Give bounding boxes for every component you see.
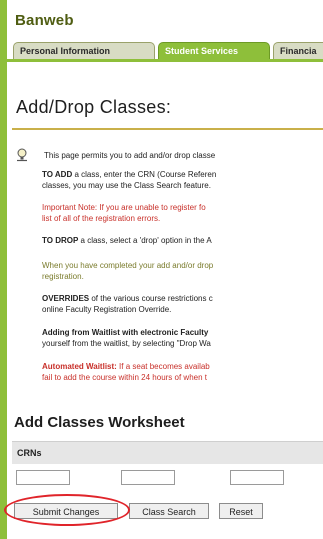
tab-label: Personal Information: [20, 46, 111, 56]
important-line-2: list of all of the registration errors.: [42, 213, 161, 223]
important-note: Important Note: If you are unable to reg…: [42, 203, 206, 224]
waitlist-paragraph: Adding from Waitlist with electronic Fac…: [42, 328, 211, 349]
automated-waitlist-paragraph: Automated Waitlist: If a seat becomes av…: [42, 362, 210, 383]
automated-waitlist-label: Automated Waitlist:: [42, 362, 117, 371]
automated-waitlist-text: If a seat becomes availab: [116, 362, 210, 371]
class-search-button[interactable]: Class Search: [129, 503, 209, 519]
completed-line-2: registration.: [42, 271, 84, 281]
info-icon: [17, 148, 27, 162]
title-divider: [12, 128, 323, 130]
header: Banweb Personal Information Student Serv…: [7, 0, 323, 60]
tab-label: Student Services: [165, 46, 239, 56]
to-add-text-2: classes, you may use the Class Search fe…: [42, 180, 211, 190]
to-drop-paragraph: TO DROP a class, select a 'drop' option …: [42, 236, 212, 247]
worksheet-title: Add Classes Worksheet: [14, 414, 185, 431]
reset-button[interactable]: Reset: [219, 503, 263, 519]
completed-line-1: When you have completed your add and/or …: [42, 261, 214, 270]
overrides-label: OVERRIDES: [42, 294, 90, 303]
crn-input-1[interactable]: [16, 470, 70, 485]
tab-personal-information[interactable]: Personal Information: [13, 42, 155, 59]
crn-header-label: CRNs: [17, 448, 42, 458]
completed-paragraph: When you have completed your add and/or …: [42, 261, 213, 282]
overrides-paragraph: OVERRIDES of the various course restrict…: [42, 294, 213, 315]
overrides-line-2: online Faculty Registration Override.: [42, 304, 172, 314]
to-add-paragraph: TO ADD a class, enter the CRN (Course Re…: [42, 170, 216, 191]
left-accent-stripe: [0, 0, 7, 539]
automated-waitlist-line-2: fail to add the course within 24 hours o…: [42, 372, 207, 382]
overrides-text: of the various course restrictions c: [89, 294, 213, 303]
to-add-label: TO ADD: [42, 170, 73, 179]
to-drop-text: a class, select a 'drop' option in the A: [78, 236, 212, 245]
important-line-1: Important Note: If you are unable to reg…: [42, 203, 206, 212]
page-title: Add/Drop Classes:: [16, 97, 172, 117]
waitlist-label: Adding from Waitlist with electronic Fac…: [42, 328, 209, 337]
to-drop-label: TO DROP: [42, 236, 79, 245]
crn-input-3[interactable]: [230, 470, 284, 485]
intro-text: This page permits you to add and/or drop…: [44, 151, 216, 160]
tab-student-services[interactable]: Student Services: [158, 42, 270, 59]
tab-financial[interactable]: Financia: [273, 42, 323, 59]
crn-input-2[interactable]: [121, 470, 175, 485]
waitlist-line-2: yourself from the waitlist, by selecting…: [42, 338, 211, 348]
tab-label: Financia: [280, 46, 317, 56]
brand-title: Banweb: [15, 12, 74, 29]
submit-changes-button[interactable]: Submit Changes: [14, 503, 118, 519]
tabbar-underline: [7, 59, 323, 62]
to-add-text: a class, enter the CRN (Course Referen: [72, 170, 217, 179]
crn-header-bar: CRNs: [12, 441, 323, 464]
